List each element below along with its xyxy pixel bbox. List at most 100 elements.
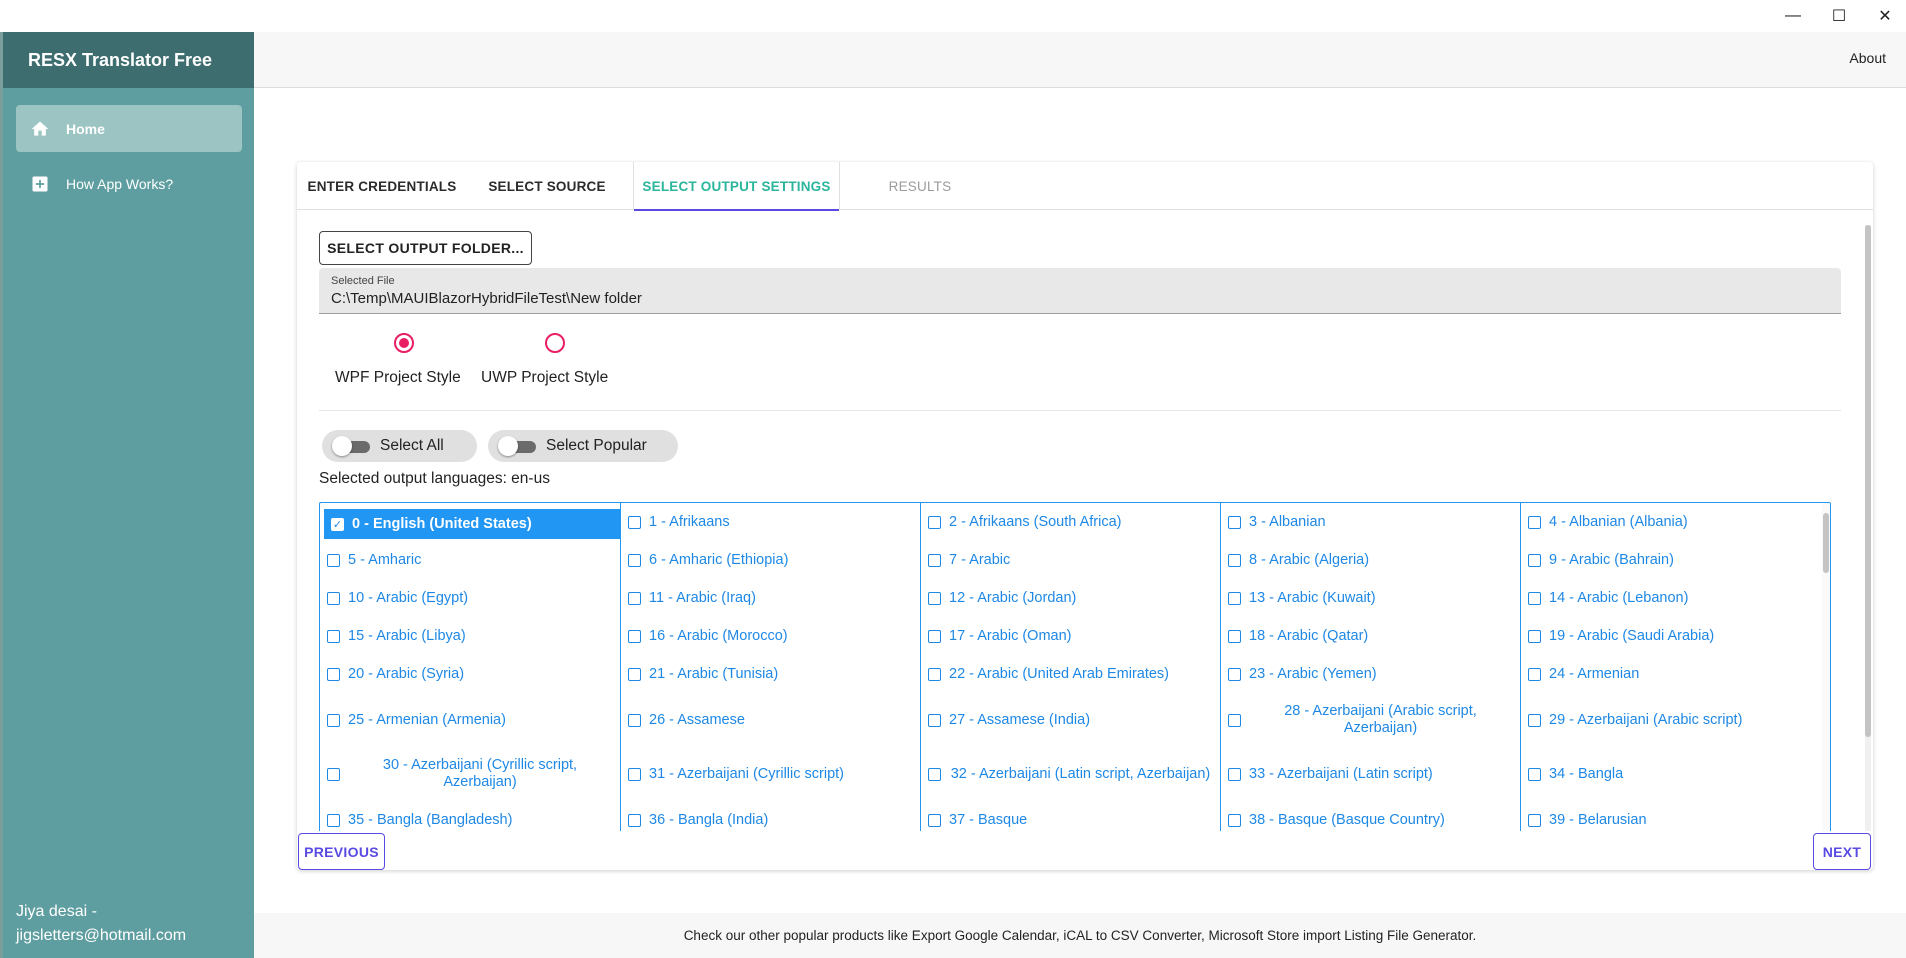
language-item[interactable]: 17 - Arabic (Oman) xyxy=(920,617,1220,655)
language-item[interactable]: 36 - Bangla (India) xyxy=(620,801,920,831)
language-item[interactable]: ✓ 0 - English (United States) xyxy=(320,503,620,541)
checkbox-icon[interactable] xyxy=(1228,813,1241,827)
checkbox-icon[interactable] xyxy=(327,767,340,781)
checkbox-icon[interactable] xyxy=(327,591,340,605)
checkbox-icon[interactable] xyxy=(327,629,340,643)
checkbox-icon[interactable] xyxy=(628,767,641,781)
sidebar-item-how-app-works[interactable]: How App Works? xyxy=(16,160,242,207)
tab-select-source[interactable]: SELECT SOURCE xyxy=(467,162,627,210)
language-item[interactable]: 18 - Arabic (Qatar) xyxy=(1220,617,1520,655)
checkbox-icon[interactable] xyxy=(1528,767,1541,781)
language-item[interactable]: 16 - Arabic (Morocco) xyxy=(620,617,920,655)
checkbox-icon[interactable] xyxy=(1228,667,1241,681)
language-item[interactable]: 39 - Belarusian xyxy=(1520,801,1820,831)
checkbox-icon[interactable] xyxy=(628,667,641,681)
language-item-selected[interactable]: ✓ 0 - English (United States) xyxy=(324,509,620,539)
checkbox-icon[interactable] xyxy=(327,813,340,827)
language-item[interactable]: 35 - Bangla (Bangladesh) xyxy=(320,801,620,831)
language-item[interactable]: 1 - Afrikaans xyxy=(620,503,920,541)
language-item[interactable]: 15 - Arabic (Libya) xyxy=(320,617,620,655)
minimize-button[interactable]: — xyxy=(1770,0,1816,32)
language-item[interactable]: 30 - Azerbaijani (Cyrillic script, Azerb… xyxy=(320,747,620,801)
language-item[interactable]: 20 - Arabic (Syria) xyxy=(320,655,620,693)
language-item[interactable]: 9 - Arabic (Bahrain) xyxy=(1520,541,1820,579)
previous-button[interactable]: PREVIOUS xyxy=(298,833,385,870)
language-item[interactable]: 13 - Arabic (Kuwait) xyxy=(1220,579,1520,617)
checkbox-icon[interactable] xyxy=(928,515,941,529)
checkbox-icon[interactable] xyxy=(1528,713,1541,727)
checkbox-icon[interactable] xyxy=(1528,553,1541,567)
language-item[interactable]: 12 - Arabic (Jordan) xyxy=(920,579,1220,617)
checkbox-icon[interactable] xyxy=(928,767,941,781)
language-item[interactable]: 38 - Basque (Basque Country) xyxy=(1220,801,1520,831)
checkbox-icon[interactable] xyxy=(628,813,641,827)
checkbox-icon[interactable] xyxy=(327,667,340,681)
checkbox-icon[interactable] xyxy=(327,553,340,567)
select-all-switch[interactable]: Select All xyxy=(322,430,477,462)
checkbox-icon[interactable] xyxy=(1528,629,1541,643)
checkbox-icon[interactable] xyxy=(1528,591,1541,605)
language-item[interactable]: 32 - Azerbaijani (Latin script, Azerbaij… xyxy=(920,747,1220,801)
checkbox-icon[interactable] xyxy=(327,713,340,727)
scrollbar-thumb[interactable] xyxy=(1865,225,1871,737)
language-item[interactable]: 29 - Azerbaijani (Arabic script) xyxy=(1520,693,1820,747)
select-popular-switch[interactable]: Select Popular xyxy=(488,430,678,462)
checkbox-icon[interactable] xyxy=(928,813,941,827)
selected-file-field[interactable]: Selected File C:\Temp\MAUIBlazorHybridFi… xyxy=(319,268,1841,314)
checkbox-icon[interactable] xyxy=(1228,515,1241,529)
sidebar-item-home[interactable]: Home xyxy=(16,105,242,152)
language-item[interactable]: 22 - Arabic (United Arab Emirates) xyxy=(920,655,1220,693)
tab-select-output-settings[interactable]: SELECT OUTPUT SETTINGS xyxy=(633,162,840,211)
checkbox-icon[interactable] xyxy=(628,591,641,605)
language-item[interactable]: 23 - Arabic (Yemen) xyxy=(1220,655,1520,693)
checkbox-icon[interactable] xyxy=(928,591,941,605)
close-button[interactable]: ✕ xyxy=(1862,0,1906,32)
checkbox-icon[interactable] xyxy=(928,713,941,727)
checkbox-icon[interactable] xyxy=(1228,767,1241,781)
checkbox-icon[interactable] xyxy=(628,713,641,727)
language-item[interactable]: 5 - Amharic xyxy=(320,541,620,579)
checkbox-icon[interactable] xyxy=(1228,713,1241,727)
wpf-project-style-radio[interactable] xyxy=(394,333,414,353)
language-item[interactable]: 10 - Arabic (Egypt) xyxy=(320,579,620,617)
checkbox-icon[interactable] xyxy=(1528,667,1541,681)
language-item[interactable]: 31 - Azerbaijani (Cyrillic script) xyxy=(620,747,920,801)
language-item[interactable]: 3 - Albanian xyxy=(1220,503,1520,541)
checkbox-icon[interactable]: ✓ xyxy=(331,517,344,531)
language-item[interactable]: 21 - Arabic (Tunisia) xyxy=(620,655,920,693)
language-item[interactable]: 33 - Azerbaijani (Latin script) xyxy=(1220,747,1520,801)
language-list-scrollbar[interactable] xyxy=(1822,503,1830,831)
language-item[interactable]: 24 - Armenian xyxy=(1520,655,1820,693)
checkbox-icon[interactable] xyxy=(1528,813,1541,827)
checkbox-icon[interactable] xyxy=(1228,553,1241,567)
checkbox-icon[interactable] xyxy=(628,629,641,643)
checkbox-icon[interactable] xyxy=(1528,515,1541,529)
language-item[interactable]: 34 - Bangla xyxy=(1520,747,1820,801)
language-item[interactable]: 19 - Arabic (Saudi Arabia) xyxy=(1520,617,1820,655)
checkbox-icon[interactable] xyxy=(628,515,641,529)
language-item[interactable]: 25 - Armenian (Armenia) xyxy=(320,693,620,747)
language-item[interactable]: 8 - Arabic (Algeria) xyxy=(1220,541,1520,579)
tab-enter-credentials[interactable]: ENTER CREDENTIALS xyxy=(297,162,467,210)
language-item[interactable]: 2 - Afrikaans (South Africa) xyxy=(920,503,1220,541)
uwp-project-style-radio[interactable] xyxy=(545,333,565,353)
maximize-button[interactable]: ☐ xyxy=(1816,0,1862,32)
checkbox-icon[interactable] xyxy=(1228,591,1241,605)
language-item[interactable]: 11 - Arabic (Iraq) xyxy=(620,579,920,617)
language-item[interactable]: 4 - Albanian (Albania) xyxy=(1520,503,1820,541)
checkbox-icon[interactable] xyxy=(628,553,641,567)
language-item[interactable]: 6 - Amharic (Ethiopia) xyxy=(620,541,920,579)
checkbox-icon[interactable] xyxy=(928,629,941,643)
content-scrollbar[interactable] xyxy=(1865,225,1871,831)
scrollbar-thumb[interactable] xyxy=(1823,513,1829,573)
language-item[interactable]: 7 - Arabic xyxy=(920,541,1220,579)
language-item[interactable]: 28 - Azerbaijani (Arabic script, Azerbai… xyxy=(1220,693,1520,747)
about-link[interactable]: About xyxy=(1849,50,1886,66)
language-item[interactable]: 37 - Basque xyxy=(920,801,1220,831)
language-item[interactable]: 14 - Arabic (Lebanon) xyxy=(1520,579,1820,617)
select-output-folder-button[interactable]: SELECT OUTPUT FOLDER... xyxy=(319,231,532,265)
checkbox-icon[interactable] xyxy=(928,553,941,567)
language-item[interactable]: 27 - Assamese (India) xyxy=(920,693,1220,747)
checkbox-icon[interactable] xyxy=(1228,629,1241,643)
checkbox-icon[interactable] xyxy=(928,667,941,681)
